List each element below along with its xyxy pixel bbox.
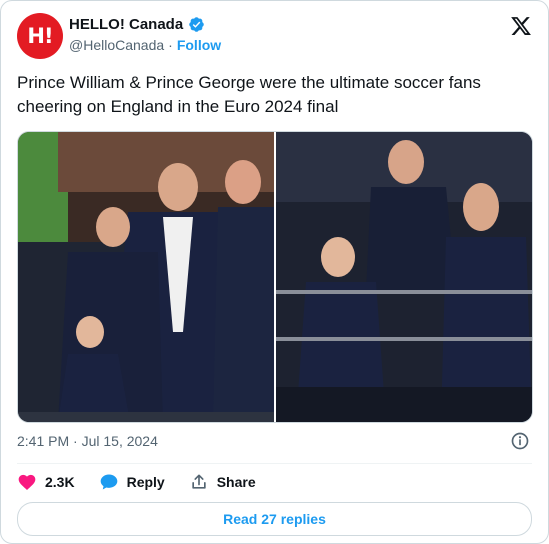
verified-badge-icon [189,17,204,32]
like-button[interactable]: 2.3K [17,472,75,492]
tweet-timestamp[interactable]: 2:41 PM · Jul 15, 2024 [17,433,158,449]
name-row: HELLO! Canada [69,16,205,33]
like-count: 2.3K [45,474,75,490]
share-icon [192,474,206,489]
heart-icon [18,474,36,490]
share-label: Share [216,474,256,490]
reply-button[interactable]: Reply [99,472,165,492]
tweet-card: H! HELLO! Canada @HelloCanada · Follow P… [0,0,549,544]
divider [17,463,532,464]
reply-bubble-icon [100,474,117,490]
tweet-header: H! HELLO! Canada @HelloCanada · Follow [17,11,532,59]
info-icon[interactable] [510,431,530,451]
follow-button[interactable]: Follow [177,37,221,53]
share-button[interactable]: Share [189,472,256,492]
separator-dot: · [168,37,173,53]
handle-row: @HelloCanada · Follow [69,37,221,53]
photo-left-celebration[interactable] [18,132,274,422]
media-grid[interactable] [17,131,533,423]
display-name[interactable]: HELLO! Canada [69,16,183,33]
tweet-text: Prince William & Prince George were the … [17,73,481,116]
avatar-logo-text: H! [27,24,53,48]
handle[interactable]: @HelloCanada [69,37,164,53]
reply-label: Reply [126,474,165,490]
action-bar: 2.3K Reply Share [17,471,280,493]
photo-right-reaction[interactable] [276,132,532,422]
x-logo-icon[interactable] [510,15,532,37]
avatar[interactable]: H! [17,13,63,59]
read-replies-button[interactable]: Read 27 replies [17,502,532,536]
